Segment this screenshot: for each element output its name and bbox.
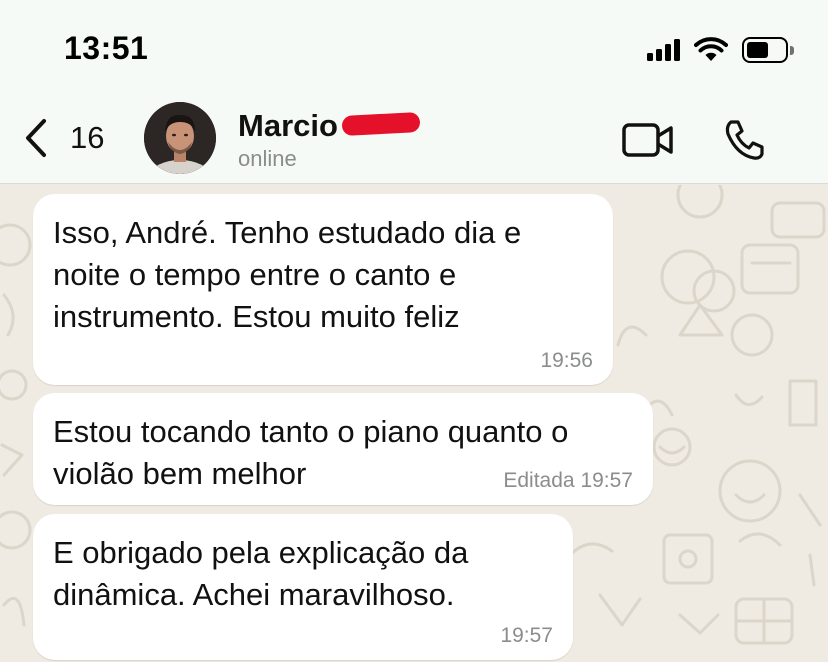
phone-icon[interactable]: [722, 118, 766, 162]
back-button[interactable]: 16: [24, 116, 104, 160]
message-time: 19:57: [500, 624, 553, 647]
chat-area[interactable]: Isso, André. Tenho estudado dia e noite …: [0, 185, 828, 662]
avatar[interactable]: [144, 102, 216, 174]
message-text: E obrigado pela explicação da dinâmica. …: [53, 532, 468, 616]
message-bubble[interactable]: E obrigado pela explicação da dinâmica. …: [33, 514, 573, 660]
message-time: 19:57: [580, 469, 633, 492]
video-camera-icon[interactable]: [622, 122, 674, 158]
chevron-left-icon: [26, 119, 46, 157]
battery-icon: [742, 37, 794, 63]
message-line: instrumento. Estou muito feliz: [53, 299, 460, 334]
edited-label: Editada: [503, 469, 575, 492]
chat-header: 16 Marcio online: [0, 96, 828, 184]
contact-name[interactable]: Marcio: [238, 108, 338, 144]
message-time: 19:56: [540, 349, 593, 372]
message-text: Isso, André. Tenho estudado dia e noite …: [53, 212, 521, 338]
message-bubble[interactable]: Estou tocando tanto o piano quanto o vio…: [33, 393, 653, 505]
status-bar: 13:51: [0, 0, 828, 96]
message-line: violão bem melhor: [53, 456, 307, 491]
status-icons: [647, 34, 794, 66]
avatar-portrait: [144, 102, 216, 174]
message-line: Isso, André. Tenho estudado dia e: [53, 215, 522, 250]
message-line: noite o tempo entre o canto e: [53, 257, 457, 292]
message-meta: Editada 19:57: [503, 469, 633, 493]
status-time: 13:51: [64, 30, 149, 66]
top-bar: 13:51 16 Marcio online: [0, 0, 828, 184]
cellular-signal-icon: [647, 39, 680, 61]
message-line: E obrigado pela explicação da: [53, 535, 469, 570]
wifi-icon: [694, 37, 728, 61]
message-line: dinâmica. Achei maravilhoso.: [53, 577, 455, 612]
unread-count: 16: [70, 120, 105, 155]
message-bubble[interactable]: Isso, André. Tenho estudado dia e noite …: [33, 194, 613, 385]
message-text: Estou tocando tanto o piano quanto o vio…: [53, 411, 568, 495]
message-line: Estou tocando tanto o piano quanto o: [53, 414, 569, 449]
contact-status: online: [238, 146, 297, 171]
redaction-mark: [341, 111, 421, 137]
